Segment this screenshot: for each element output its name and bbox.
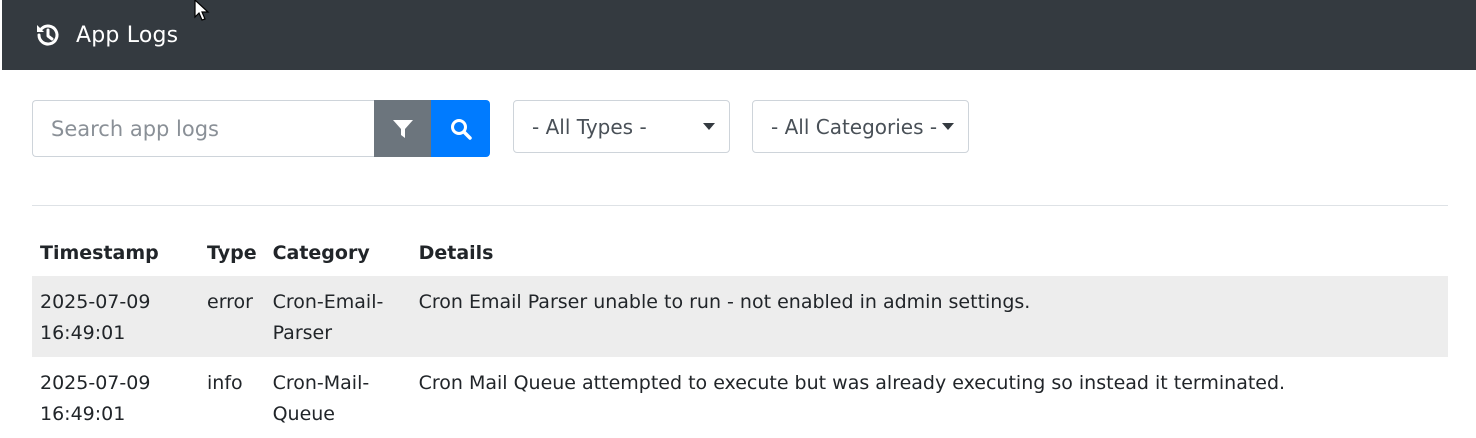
search-button[interactable] <box>431 100 490 157</box>
table-row[interactable]: 2025-07-09 16:49:01 error Cron-Email-Par… <box>32 276 1448 357</box>
column-header-type[interactable]: Type <box>199 230 265 276</box>
cell-timestamp: 2025-07-09 16:49:01 <box>40 291 151 344</box>
filter-icon <box>392 119 413 138</box>
search-input[interactable] <box>32 100 374 157</box>
search-group <box>32 100 490 157</box>
mouse-pointer-icon <box>194 0 210 21</box>
cell-category: Cron-Email-Parser <box>272 291 384 344</box>
caret-down-icon <box>942 123 954 130</box>
history-icon <box>34 21 62 49</box>
category-select[interactable]: - All Categories - <box>752 100 969 153</box>
column-header-category[interactable]: Category <box>265 230 411 276</box>
logs-table: Timestamp Type Category Details 2025-07-… <box>32 230 1448 438</box>
type-select-value: - All Types - <box>532 114 647 139</box>
cell-category: Cron-Mail-Queue <box>272 372 370 425</box>
cell-timestamp: 2025-07-09 16:49:01 <box>40 372 151 425</box>
cell-type: error <box>207 291 253 313</box>
cell-details: Cron Email Parser unable to run - not en… <box>418 291 1031 313</box>
cell-type: info <box>207 372 243 394</box>
column-header-details[interactable]: Details <box>411 230 1448 276</box>
caret-down-icon <box>703 123 715 130</box>
app-header: App Logs <box>2 0 1476 70</box>
divider <box>32 205 1448 206</box>
filter-bar: - All Types - - All Categories - <box>32 100 969 157</box>
table-header-row: Timestamp Type Category Details <box>32 230 1448 276</box>
page-title: App Logs <box>76 22 179 48</box>
search-icon <box>450 118 472 140</box>
cell-details: Cron Mail Queue attempted to execute but… <box>418 372 1286 394</box>
table-row[interactable]: 2025-07-09 16:49:01 info Cron-Mail-Queue… <box>32 357 1448 438</box>
filter-button[interactable] <box>374 100 431 157</box>
column-header-timestamp[interactable]: Timestamp <box>32 230 199 276</box>
type-select[interactable]: - All Types - <box>513 100 730 153</box>
category-select-value: - All Categories - <box>771 114 938 139</box>
